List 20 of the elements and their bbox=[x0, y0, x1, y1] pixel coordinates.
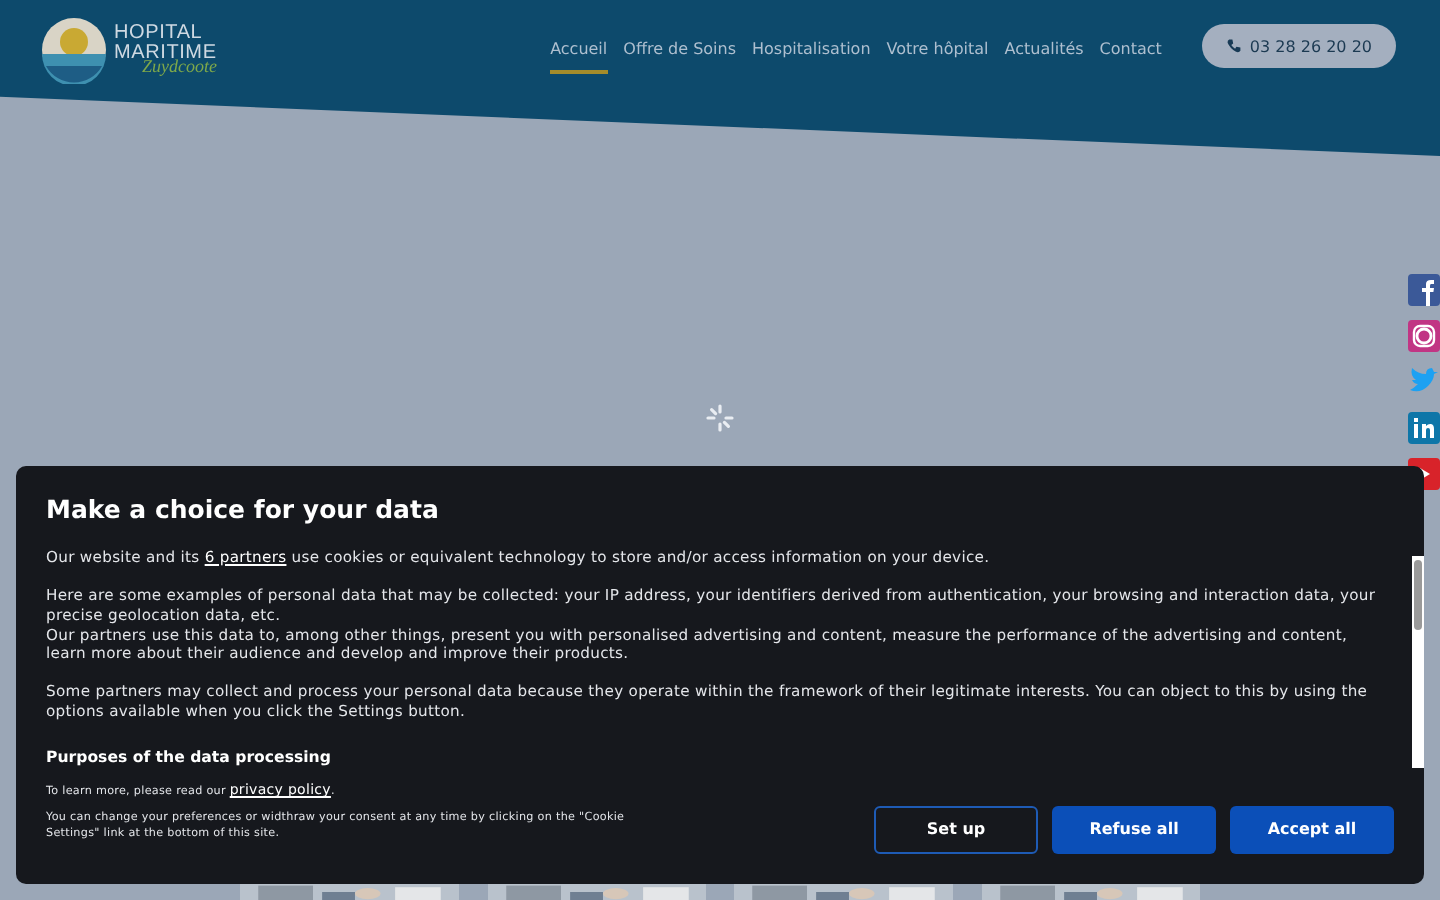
phone-icon bbox=[1225, 38, 1242, 54]
consent-button[interactable]: Refuse all bbox=[1052, 805, 1216, 854]
nav-link[interactable]: Votre hôpital bbox=[886, 36, 989, 74]
logo-text: HOPITAL bbox=[114, 24, 205, 44]
sun-sea-logo-icon[interactable] bbox=[40, 16, 108, 84]
consent-button[interactable]: Accept all bbox=[1230, 805, 1394, 854]
nav-link[interactable]: Offre de Soins bbox=[623, 36, 737, 74]
facebook-icon[interactable] bbox=[1408, 274, 1440, 306]
dialog-title: Make a choice for your data bbox=[46, 494, 441, 524]
scrollbar[interactable] bbox=[1412, 556, 1424, 768]
nav-link[interactable]: Contact bbox=[1099, 36, 1162, 74]
nav-link[interactable]: Hospitalisation bbox=[752, 36, 871, 74]
loading-spinner-icon bbox=[706, 404, 734, 432]
nav-link[interactable]: Actualités bbox=[1004, 36, 1084, 74]
consent-button[interactable]: Set up bbox=[874, 805, 1038, 854]
instagram-icon[interactable] bbox=[1408, 320, 1440, 352]
nav-link[interactable]: Accueil bbox=[550, 36, 608, 74]
phone-button[interactable]: 03 28 26 20 20 bbox=[1201, 24, 1396, 68]
linkedin-icon[interactable] bbox=[1408, 412, 1440, 444]
logo-script: Zuydcoote bbox=[142, 58, 217, 76]
